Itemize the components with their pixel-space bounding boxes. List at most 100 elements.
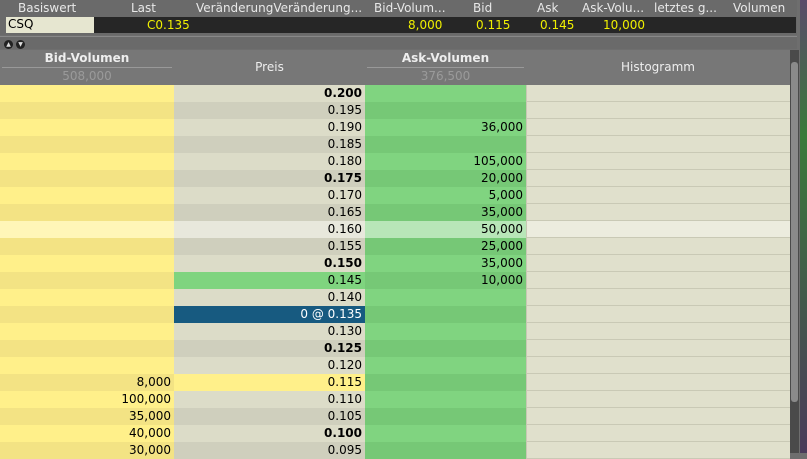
bid-volume-cell[interactable] [0,323,174,340]
bid-volume-cell[interactable] [0,340,174,357]
price-cell[interactable]: 0.130 [174,323,365,340]
ask-volume-cell[interactable] [365,357,526,374]
scrollbar[interactable] [790,50,799,453]
book-row[interactable]: 0.180 105,000 [0,153,790,170]
histogram-cell[interactable] [526,357,790,374]
histogram-cell[interactable] [526,408,790,425]
splitter[interactable] [0,36,797,82]
book-row[interactable]: 0.195 [0,102,790,119]
book-row[interactable]: 30,000 0.095 [0,442,790,459]
histogram-cell[interactable] [526,255,790,272]
col-bid-volume[interactable]: Bid-Volum... [374,1,446,15]
book-row[interactable]: 0.145 10,000 [0,272,790,289]
price-cell[interactable]: 0.120 [174,357,365,374]
price-cell[interactable]: 0.175 [174,170,365,187]
ask-volume-cell[interactable]: 5,000 [365,187,526,204]
book-row[interactable]: 0.190 36,000 [0,119,790,136]
book-row[interactable]: 8,000 0.115 [0,374,790,391]
histogram-cell[interactable] [526,306,790,323]
ask-volume-cell[interactable] [365,306,526,323]
bid-volume-cell[interactable] [0,136,174,153]
bid-volume-cell[interactable] [0,102,174,119]
col-bid[interactable]: Bid [473,1,492,15]
ask-volume-cell[interactable]: 36,000 [365,119,526,136]
col-letztes[interactable]: letztes g... [654,1,717,15]
price-cell[interactable]: 0.170 [174,187,365,204]
ask-volume-cell[interactable]: 105,000 [365,153,526,170]
ask-volume-cell[interactable] [365,323,526,340]
ask-volume-cell[interactable] [365,408,526,425]
price-cell[interactable]: 0.145 [174,272,365,289]
ask-volume-cell[interactable] [365,425,526,442]
bid-volume-cell[interactable] [0,204,174,221]
histogram-cell[interactable] [526,425,790,442]
histogram-cell[interactable] [526,221,790,238]
bid-volume-cell[interactable] [0,85,174,102]
book-row[interactable]: 0.140 [0,289,790,306]
ask-volume-cell[interactable]: 20,000 [365,170,526,187]
ask-volume-cell[interactable]: 35,000 [365,255,526,272]
quote-row[interactable] [6,17,796,33]
ask-volume-header[interactable]: Ask-Volumen 376,500 [365,50,526,85]
book-row[interactable]: 0.120 [0,357,790,374]
histogram-cell[interactable] [526,187,790,204]
price-cell[interactable]: 0.095 [174,442,365,459]
col-volumen[interactable]: Volumen [733,1,785,15]
ask-volume-cell[interactable] [365,442,526,459]
book-row[interactable]: 0.185 [0,136,790,153]
price-cell[interactable]: 0.180 [174,153,365,170]
price-cell[interactable]: 0.150 [174,255,365,272]
price-cell[interactable]: 0.105 [174,408,365,425]
ask-volume-cell[interactable] [365,102,526,119]
bid-volume-cell[interactable]: 100,000 [0,391,174,408]
histogram-cell[interactable] [526,170,790,187]
histogram-cell[interactable] [526,442,790,459]
bid-volume-cell[interactable] [0,221,174,238]
price-cell[interactable]: 0.110 [174,391,365,408]
col-veraenderung[interactable]: VeränderungVeränderung... [196,1,362,15]
price-cell[interactable]: 0.140 [174,289,365,306]
histogram-cell[interactable] [526,85,790,102]
book-row[interactable]: 0.175 20,000 [0,170,790,187]
ask-volume-cell[interactable] [365,136,526,153]
histogram-cell[interactable] [526,272,790,289]
ask-volume-cell[interactable]: 10,000 [365,272,526,289]
bid-volume-header[interactable]: Bid-Volumen 508,000 [0,50,174,85]
price-cell[interactable]: 0.100 [174,425,365,442]
price-cell[interactable]: 0 @ 0.135 [174,306,365,323]
price-cell[interactable]: 0.165 [174,204,365,221]
histogram-cell[interactable] [526,340,790,357]
histogram-cell[interactable] [526,323,790,340]
col-ask-volume[interactable]: Ask-Volu... [582,1,644,15]
book-row[interactable]: 0.200 [0,85,790,102]
collapse-up-icon[interactable]: ▲ [4,40,13,49]
ask-volume-cell[interactable] [365,85,526,102]
bid-volume-cell[interactable]: 8,000 [0,374,174,391]
book-row[interactable]: 35,000 0.105 [0,408,790,425]
col-basiswert[interactable]: Basiswert [18,1,76,15]
price-cell[interactable]: 0.115 [174,374,365,391]
price-cell[interactable]: 0.185 [174,136,365,153]
bid-volume-cell[interactable] [0,153,174,170]
book-row[interactable]: 100,000 0.110 [0,391,790,408]
ask-volume-cell[interactable] [365,340,526,357]
bid-volume-cell[interactable] [0,306,174,323]
price-cell[interactable]: 0.125 [174,340,365,357]
price-cell[interactable]: 0.155 [174,238,365,255]
ask-volume-cell[interactable] [365,289,526,306]
book-row[interactable]: 40,000 0.100 [0,425,790,442]
histogram-cell[interactable] [526,153,790,170]
bid-volume-cell[interactable] [0,255,174,272]
price-cell[interactable]: 0.160 [174,221,365,238]
price-cell[interactable]: 0.200 [174,85,365,102]
scrollbar-thumb[interactable] [791,62,798,402]
col-last[interactable]: Last [131,1,156,15]
bid-volume-cell[interactable] [0,289,174,306]
histogram-cell[interactable] [526,289,790,306]
bid-volume-cell[interactable] [0,119,174,136]
ask-volume-cell[interactable]: 50,000 [365,221,526,238]
ask-volume-cell[interactable] [365,391,526,408]
bid-volume-cell[interactable]: 30,000 [0,442,174,459]
ask-volume-cell[interactable]: 35,000 [365,204,526,221]
book-row[interactable]: 0.160 50,000 [0,221,790,238]
